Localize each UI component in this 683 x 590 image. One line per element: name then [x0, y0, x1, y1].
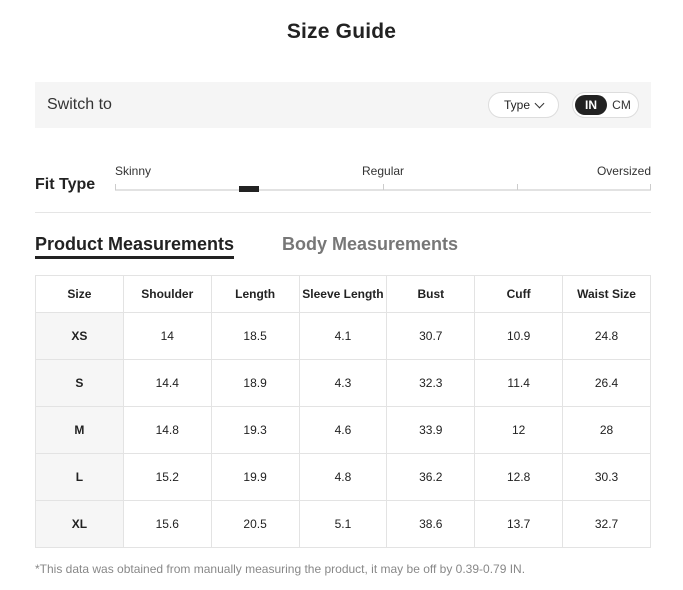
table-cell: 12.8 [474, 453, 564, 501]
table-cell: 11.4 [474, 359, 564, 407]
header-bust: Bust [386, 275, 476, 313]
size-cell: S [35, 359, 124, 407]
table-cell: 30.7 [386, 312, 476, 360]
size-cell: XL [35, 500, 124, 548]
table-cell: 32.7 [562, 500, 651, 548]
table-cell: 13.7 [474, 500, 564, 548]
table-cell: 14.8 [122, 406, 212, 454]
fit-scale-marker [239, 186, 259, 192]
table-row: XS 14 18.5 4.1 30.7 10.9 24.8 [35, 312, 651, 360]
fit-option-skinny: Skinny [115, 164, 152, 178]
table-cell: 32.3 [386, 359, 476, 407]
table-cell: 12 [474, 406, 564, 454]
table-cell: 10.9 [474, 312, 564, 360]
fit-scale-tick [383, 184, 384, 190]
unit-in-button[interactable]: IN [575, 95, 607, 115]
measurement-footnote: *This data was obtained from manually me… [35, 562, 526, 576]
size-cell: L [35, 453, 124, 501]
table-cell: 4.1 [298, 312, 388, 360]
header-size: Size [35, 275, 124, 313]
header-length: Length [210, 275, 300, 313]
table-row: S 14.4 18.9 4.3 32.3 11.4 26.4 [35, 359, 651, 407]
table-cell: 26.4 [562, 359, 651, 407]
unit-switch-bar: Switch to Type IN CM [35, 82, 651, 128]
table-cell: 20.5 [210, 500, 300, 548]
table-row: XL 15.6 20.5 5.1 38.6 13.7 32.7 [35, 500, 651, 548]
type-label: Type [503, 98, 530, 112]
fit-option-regular: Regular [362, 164, 405, 178]
active-tab-underline [35, 256, 234, 259]
table-cell: 14 [122, 312, 212, 360]
unit-cm-button[interactable]: CM [609, 95, 634, 115]
table-cell: 4.8 [298, 453, 388, 501]
table-cell: 30.3 [562, 453, 651, 501]
type-dropdown-button[interactable]: Type [488, 92, 559, 118]
table-cell: 24.8 [562, 312, 651, 360]
table-cell: 5.1 [298, 500, 388, 548]
table-cell: 19.9 [210, 453, 300, 501]
table-cell: 4.6 [298, 406, 388, 454]
fit-option-oversized: Oversized [596, 164, 651, 178]
fit-type-label: Fit Type [35, 176, 96, 193]
table-row: L 15.2 19.9 4.8 36.2 12.8 30.3 [35, 453, 651, 501]
table-row: M 14.8 19.3 4.6 33.9 12 28 [35, 406, 651, 454]
unit-toggle: IN CM [572, 92, 639, 118]
size-table: Size Shoulder Length Sleeve Length Bust … [35, 275, 651, 548]
table-cell: 36.2 [386, 453, 476, 501]
header-waist-size: Waist Size [562, 275, 651, 313]
page-title: Size Guide [286, 20, 397, 43]
header-shoulder: Shoulder [122, 275, 212, 313]
header-cuff: Cuff [474, 275, 564, 313]
switch-label: Switch to [47, 96, 112, 113]
fit-scale-tick [517, 184, 518, 190]
table-header-row: Size Shoulder Length Sleeve Length Bust … [35, 275, 651, 313]
table-cell: 18.9 [210, 359, 300, 407]
fit-type-scale: Skinny Regular Oversized [115, 164, 651, 194]
section-divider [35, 212, 651, 213]
table-cell: 4.3 [298, 359, 388, 407]
table-cell: 33.9 [386, 406, 476, 454]
table-cell: 38.6 [386, 500, 476, 548]
fit-scale-tick [650, 184, 651, 190]
size-cell: XS [35, 312, 124, 360]
table-cell: 18.5 [210, 312, 300, 360]
table-cell: 19.3 [210, 406, 300, 454]
table-cell: 15.2 [122, 453, 212, 501]
chevron-down-icon [534, 98, 545, 108]
tab-body-measurements[interactable]: Body Measurements [282, 234, 458, 255]
size-cell: M [35, 406, 124, 454]
table-cell: 15.6 [122, 500, 212, 548]
table-cell: 14.4 [122, 359, 212, 407]
table-cell: 28 [562, 406, 651, 454]
tab-product-measurements[interactable]: Product Measurements [35, 234, 234, 255]
fit-scale-tick [115, 184, 116, 190]
header-sleeve-length: Sleeve Length [298, 275, 388, 313]
